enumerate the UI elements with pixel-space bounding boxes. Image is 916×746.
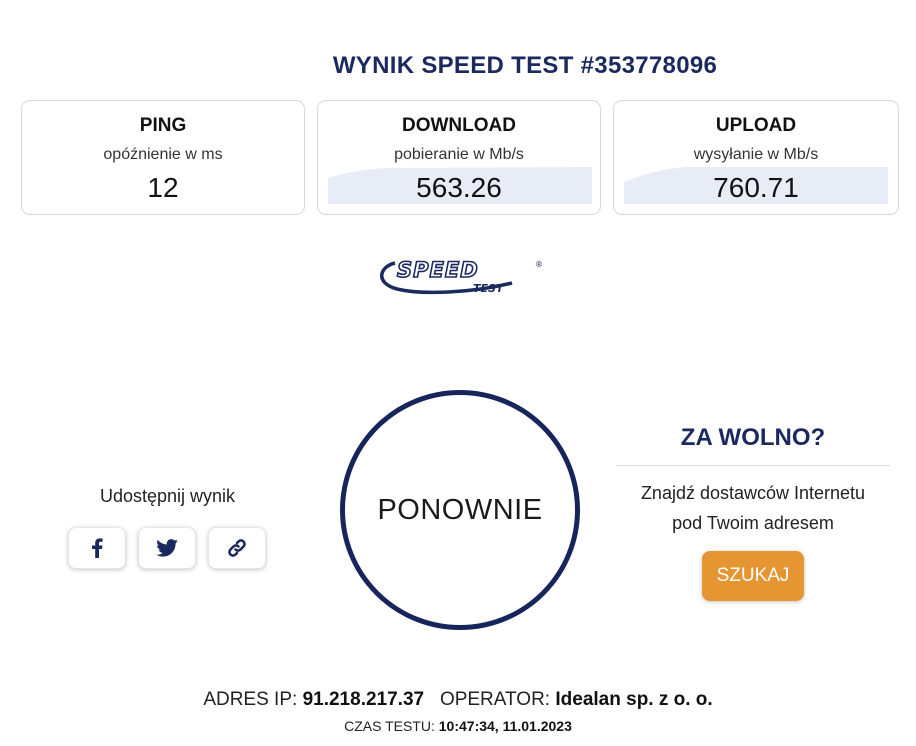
share-link-button[interactable] (208, 527, 266, 569)
download-value: 563.26 (416, 172, 502, 203)
share-label: Udostępnij wynik (99, 486, 236, 506)
share-twitter-button[interactable] (138, 527, 196, 569)
too-slow-line-1: Znajdź dostawców Internetu (640, 483, 866, 503)
too-slow-title: ZA WOLNO? (680, 424, 826, 451)
upload-sub: wysyłanie w Mb/s (693, 146, 819, 163)
ping-sub: opóźnienie w ms (103, 146, 223, 163)
logo-main-text: SPEED (397, 258, 479, 282)
upload-label: UPLOAD (715, 115, 797, 136)
retry-button[interactable]: PONOWNIE (340, 390, 580, 630)
ping-value: 12 (147, 172, 179, 203)
ip-label: ADRES IP: (203, 689, 298, 710)
test-time-line: CZAS TESTU: 10:47:34, 11.01.2023 (0, 718, 916, 734)
operator-label: OPERATOR: (439, 689, 551, 710)
speedtest-logo: SPEED TEST ® (380, 257, 543, 295)
page-title: WYNIK SPEED TEST #353778096 (332, 52, 718, 79)
download-sub: pobieranie w Mb/s (394, 146, 524, 163)
logo-sub-text: TEST (473, 282, 505, 295)
facebook-icon (92, 538, 103, 558)
download-label: DOWNLOAD (402, 115, 516, 136)
operator-value: Idealan sp. z o. o. (555, 689, 713, 710)
ip-operator-line: ADRES IP: 91.218.217.37 OPERATOR: Ideala… (0, 689, 916, 711)
upload-card: UPLOAD wysyłanie w Mb/s 760.71 (613, 100, 899, 215)
too-slow-text: Znajdź dostawców Internetu pod Twoim adr… (616, 478, 890, 538)
search-button[interactable]: SZUKAJ (702, 551, 804, 601)
twitter-icon (156, 539, 178, 557)
retry-label: PONOWNIE (377, 493, 543, 526)
logo-registered-mark: ® (535, 260, 543, 269)
share-facebook-button[interactable] (68, 527, 126, 569)
link-icon (228, 539, 246, 557)
divider (616, 465, 890, 466)
ping-card: PING opóźnienie w ms 12 (21, 100, 305, 215)
upload-value: 760.71 (713, 172, 799, 203)
ping-label: PING (139, 115, 187, 136)
download-card: DOWNLOAD pobieranie w Mb/s 563.26 (317, 100, 601, 215)
ip-value: 91.218.217.37 (302, 689, 425, 710)
too-slow-line-2: pod Twoim adresem (672, 513, 834, 533)
time-value: 10:47:34, 11.01.2023 (438, 718, 572, 734)
time-label: CZAS TESTU: (344, 718, 435, 734)
